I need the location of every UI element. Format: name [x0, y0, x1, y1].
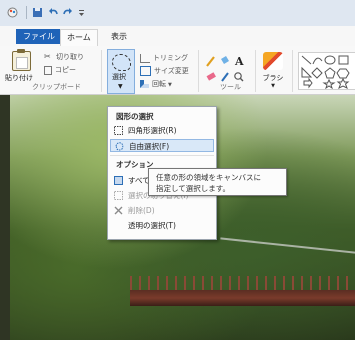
triangle-shape-icon[interactable]	[301, 66, 313, 78]
quick-access-toolbar	[0, 0, 355, 27]
eraser-icon[interactable]	[206, 72, 216, 81]
select-button[interactable]: 選択 ▼	[107, 49, 135, 94]
arrow-shape-icon[interactable]	[303, 77, 313, 89]
undo-icon[interactable]	[48, 7, 59, 18]
tab-file[interactable]: ファイル	[16, 29, 62, 44]
menu-item-transparent-selection[interactable]: 透明の選択(T)	[110, 219, 214, 232]
menu-item-delete[interactable]: 削除(D)	[110, 204, 214, 217]
diamond-shape-icon[interactable]	[311, 67, 323, 79]
photo-bridge	[130, 276, 355, 306]
paste-button[interactable]: 貼り付け	[5, 73, 33, 83]
select-all-icon	[114, 176, 123, 185]
color-picker-icon[interactable]	[221, 72, 229, 82]
paint-app-icon	[7, 7, 18, 18]
brush-icon	[263, 52, 283, 70]
crop-button[interactable]: トリミング	[140, 53, 188, 63]
resize-icon	[140, 66, 151, 76]
magnifier-icon[interactable]	[234, 72, 244, 82]
tab-home[interactable]: ホーム	[60, 29, 98, 46]
free-form-selection-tooltip: 任意の形の領域をキャンバスに 指定して選択します。	[148, 168, 287, 196]
curve-shape-icon[interactable]	[312, 57, 323, 65]
tools-group-label: ツール	[220, 83, 241, 91]
clipboard-group-label: クリップボード	[32, 83, 81, 91]
cut-button[interactable]: ✂ 切り取り	[44, 52, 84, 62]
free-form-select-icon	[112, 54, 131, 71]
group-separator	[255, 50, 256, 92]
oval-shape-icon[interactable]	[324, 55, 336, 65]
ribbon-home: 貼り付け ✂ 切り取り コピー クリップボード 選択 ▼ トリミング サイズ変更 …	[0, 46, 355, 95]
fill-icon[interactable]	[221, 56, 229, 64]
pencil-icon[interactable]	[206, 56, 215, 67]
tools-panel: A	[206, 55, 244, 82]
star-shape-icon[interactable]	[322, 78, 336, 89]
menu-divider	[110, 155, 214, 156]
free-form-select-icon	[115, 142, 124, 151]
chevron-down-icon: ▼	[118, 83, 123, 90]
shape-selection-header: 図形の選択	[116, 112, 154, 121]
paste-icon[interactable]	[12, 49, 31, 71]
ribbon-tabs: ファイル ホーム 表示	[0, 26, 355, 47]
tooltip-line-1: 任意の形の領域をキャンバスに	[156, 173, 261, 182]
invert-selection-icon	[114, 191, 123, 200]
rotate-button[interactable]: 回転 ▼	[140, 79, 172, 89]
rectangle-select-icon	[114, 126, 123, 135]
menu-item-rectangular-selection[interactable]: 四角形選択(R)	[110, 124, 214, 137]
pentagon-shape-icon[interactable]	[324, 67, 336, 79]
brushes-button[interactable]: ブラシ ▼	[260, 50, 286, 92]
tab-view[interactable]: 表示	[105, 29, 133, 44]
save-icon[interactable]	[32, 7, 43, 18]
customize-toolbar-icon[interactable]	[76, 7, 87, 18]
menu-item-free-form-selection[interactable]: 自由選択(F)	[110, 139, 214, 152]
group-separator	[292, 50, 293, 92]
text-icon[interactable]: A	[234, 55, 244, 68]
scissors-icon: ✂	[44, 52, 51, 61]
chevron-down-icon: ▼	[271, 83, 275, 89]
crop-icon	[140, 53, 150, 63]
rotate-icon	[140, 80, 149, 88]
select-button-label: 選択	[112, 73, 126, 81]
tooltip-line-2: 指定して選択します。	[156, 184, 231, 193]
photo-cable	[220, 237, 355, 255]
delete-icon	[114, 206, 123, 215]
star6-shape-icon[interactable]	[336, 77, 350, 89]
shapes-gallery[interactable]	[298, 52, 355, 90]
group-separator	[101, 50, 102, 92]
line-shape-icon[interactable]	[301, 55, 312, 65]
redo-icon[interactable]	[62, 7, 73, 18]
rectangle-shape-icon[interactable]	[338, 55, 349, 65]
svg-text:A: A	[234, 55, 244, 68]
copy-icon	[44, 65, 52, 75]
hexagon-shape-icon[interactable]	[336, 68, 350, 79]
group-separator	[198, 50, 199, 92]
toolbar-separator	[26, 6, 27, 19]
copy-button[interactable]: コピー	[44, 65, 76, 75]
brushes-label: ブラシ	[262, 74, 284, 82]
resize-button[interactable]: サイズ変更	[140, 66, 189, 76]
